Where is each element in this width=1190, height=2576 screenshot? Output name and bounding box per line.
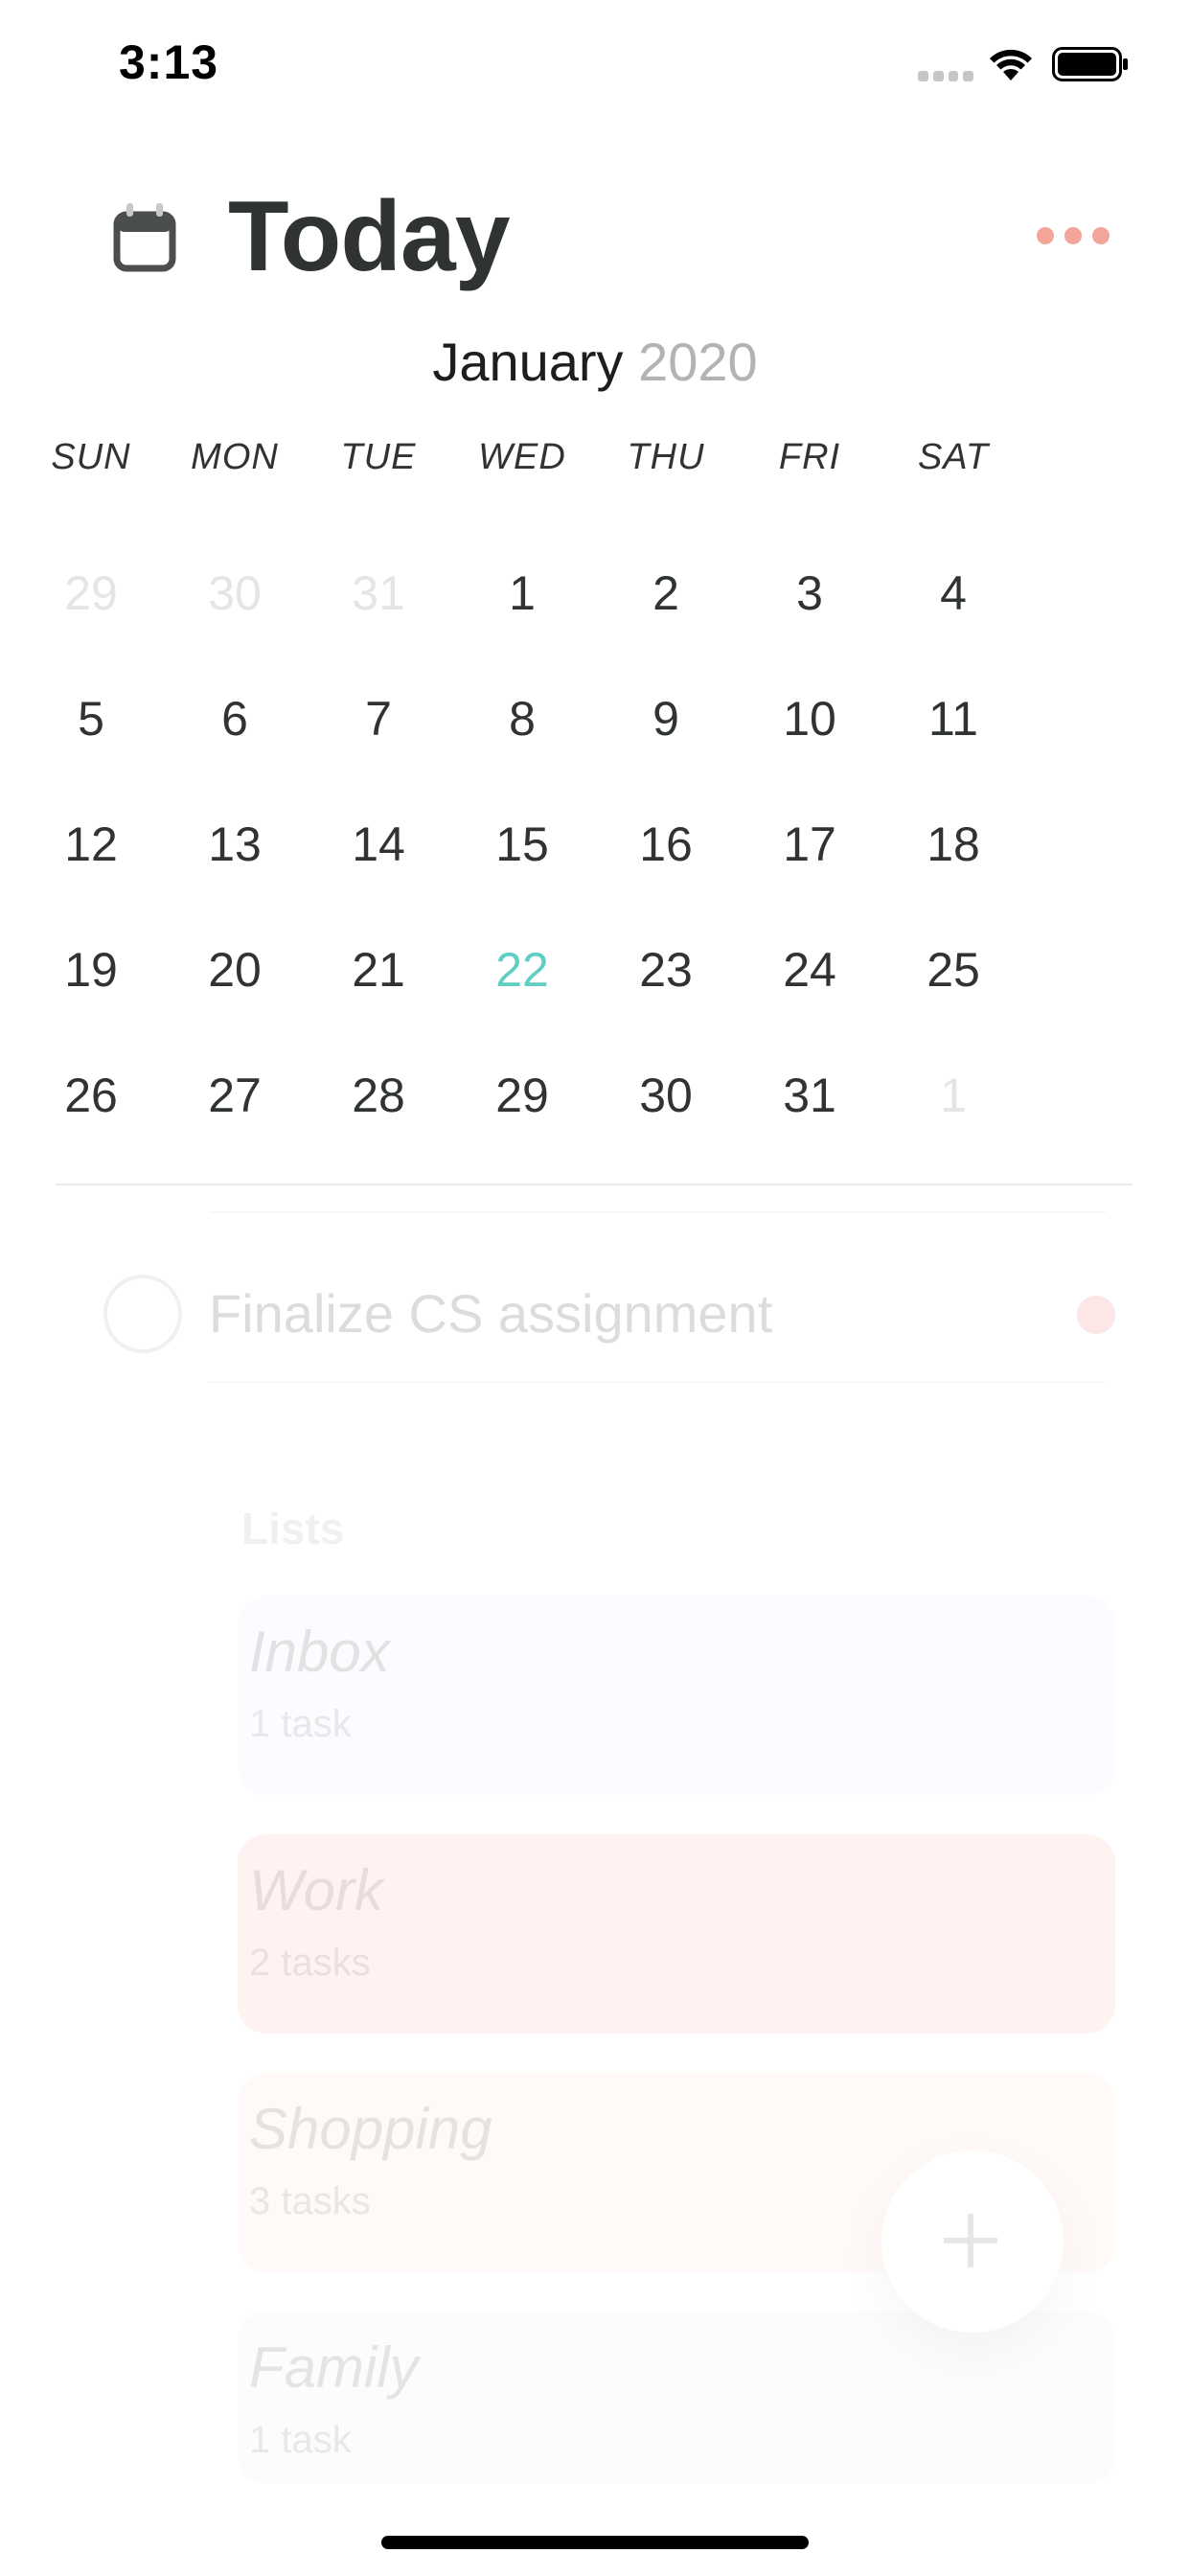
calendar-day[interactable]: 17 <box>738 788 881 913</box>
calendar-day[interactable]: 12 <box>19 788 163 913</box>
calendar-day[interactable]: 9 <box>594 662 738 788</box>
weekday-mon: MON <box>191 437 279 477</box>
battery-icon <box>1052 47 1128 81</box>
calendar-day[interactable]: 16 <box>594 788 738 913</box>
list-task-count: 2 tasks <box>249 1942 371 1984</box>
lists-heading: Lists <box>241 1504 345 1553</box>
calendar-week: 26 27 28 29 30 31 1 <box>19 1039 1171 1164</box>
task-row[interactable]: Finalize CS assignment <box>0 1186 1190 1378</box>
month-name: January <box>432 332 624 392</box>
calendar-day[interactable]: 21 <box>307 913 450 1039</box>
calendar-day-next-month[interactable]: 1 <box>881 1039 1025 1164</box>
weekday-sat: SAT <box>917 437 990 477</box>
weekday-header: SUN MON TUE WED THU FRI SAT <box>19 437 1171 485</box>
calendar-day[interactable]: 14 <box>307 788 450 913</box>
list-card-inbox[interactable]: Inbox 1 task <box>238 1596 1115 1795</box>
calendar-day[interactable]: 10 <box>738 662 881 788</box>
calendar-week: 29 30 31 1 2 3 4 <box>19 537 1171 662</box>
month-year: 2020 <box>638 332 758 392</box>
calendar-week: 19 20 21 22 23 24 25 <box>19 913 1171 1039</box>
calendar-day[interactable]: 1 <box>450 537 594 662</box>
list-task-count: 1 task <box>249 2419 352 2461</box>
calendar-week: 5 6 7 8 9 10 11 <box>19 662 1171 788</box>
calendar-day[interactable]: 6 <box>163 662 307 788</box>
list-name: Family <box>249 2335 419 2400</box>
calendar-divider <box>56 1184 1133 1185</box>
calendar-day[interactable]: 24 <box>738 913 881 1039</box>
list-name: Work <box>249 1858 383 1922</box>
status-time: 3:13 <box>119 35 219 89</box>
more-dots-icon <box>1037 227 1054 244</box>
calendar-day[interactable]: 23 <box>594 913 738 1039</box>
list-card-family[interactable]: Family 1 task <box>238 2312 1115 2484</box>
calendar-day[interactable]: 19 <box>19 913 163 1039</box>
divider <box>209 1381 1106 1383</box>
more-options-button[interactable] <box>1037 217 1110 255</box>
home-indicator <box>381 2536 809 2549</box>
weekday-thu: THU <box>627 437 705 477</box>
list-name: Inbox <box>249 1620 390 1684</box>
page-title: Today <box>228 181 511 292</box>
list-card-work[interactable]: Work 2 tasks <box>238 1834 1115 2034</box>
calendar-day[interactable]: 11 <box>881 662 1025 788</box>
calendar-day[interactable]: 30 <box>594 1039 738 1164</box>
calendar-day[interactable]: 5 <box>19 662 163 788</box>
task-checkbox[interactable] <box>103 1275 182 1353</box>
list-task-count: 3 tasks <box>249 2180 371 2222</box>
calendar-day[interactable]: 20 <box>163 913 307 1039</box>
weekday-tue: TUE <box>340 437 417 477</box>
calendar-week: 12 13 14 15 16 17 18 <box>19 788 1171 913</box>
calendar-day[interactable]: 18 <box>881 788 1025 913</box>
wifi-icon <box>990 49 1032 80</box>
list-name: Shopping <box>249 2097 492 2161</box>
calendar-day[interactable]: 29 <box>450 1039 594 1164</box>
calendar-day[interactable]: 27 <box>163 1039 307 1164</box>
calendar-day[interactable]: 26 <box>19 1039 163 1164</box>
list-task-count: 1 task <box>249 1703 352 1745</box>
task-list-color-dot <box>1077 1296 1115 1334</box>
calendar-day[interactable]: 2 <box>594 537 738 662</box>
status-bar: 3:13 <box>0 0 1190 129</box>
calendar-grid: 29 30 31 1 2 3 4 5 6 7 8 9 10 11 12 13 1… <box>19 537 1171 1164</box>
calendar-day-today[interactable]: 22 <box>450 913 594 1039</box>
calendar-day[interactable]: 3 <box>738 537 881 662</box>
weekday-sun: SUN <box>51 437 131 477</box>
calendar-day[interactable]: 13 <box>163 788 307 913</box>
calendar-day[interactable]: 28 <box>307 1039 450 1164</box>
calendar-icon[interactable] <box>113 201 176 272</box>
calendar-day[interactable]: 25 <box>881 913 1025 1039</box>
calendar-day[interactable]: 15 <box>450 788 594 913</box>
calendar-day[interactable]: 8 <box>450 662 594 788</box>
task-title: Finalize CS assignment <box>209 1283 773 1344</box>
calendar-day[interactable]: 7 <box>307 662 450 788</box>
calendar-day-prev-month[interactable]: 31 <box>307 537 450 662</box>
calendar-day-prev-month[interactable]: 29 <box>19 537 163 662</box>
calendar-day[interactable]: 4 <box>881 537 1025 662</box>
calendar-day-prev-month[interactable]: 30 <box>163 537 307 662</box>
month-header: January 2020 <box>0 331 1190 393</box>
header: Today <box>0 163 1190 307</box>
calendar-day[interactable]: 31 <box>738 1039 881 1164</box>
cellular-signal-icon <box>918 71 973 82</box>
weekday-wed: WED <box>478 437 566 477</box>
weekday-fri: FRI <box>778 437 841 477</box>
